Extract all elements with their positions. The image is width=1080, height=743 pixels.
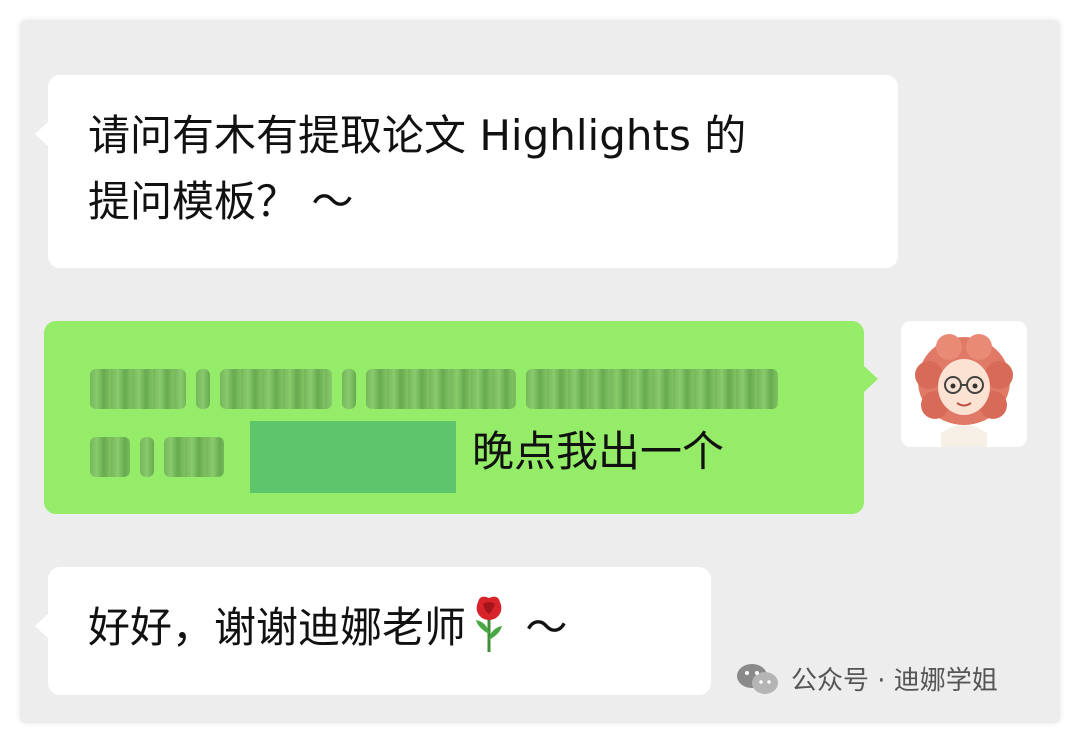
blurred-text-line <box>90 437 224 477</box>
outgoing-message-bubble[interactable]: 晚点我出一个 <box>44 321 878 514</box>
message-text-line: 提问模板？ ～ <box>88 177 354 226</box>
incoming-message-bubble[interactable]: 好好，谢谢迪娜老师 ～ <box>35 567 711 695</box>
wechat-icon <box>737 663 778 694</box>
bubble-tail <box>864 366 878 392</box>
bubble-tail <box>35 121 49 147</box>
incoming-message-bubble[interactable]: 请问有木有提取论文 Highlights 的 提问模板？ ～ <box>35 75 898 268</box>
message-text-line: 请问有木有提取论文 Highlights 的 <box>88 111 747 160</box>
message-text: 晚点我出一个 <box>472 427 725 476</box>
avatar-illustration <box>901 321 1027 447</box>
blurred-text-line <box>90 369 778 409</box>
avatar[interactable] <box>901 321 1027 447</box>
censor-block <box>250 421 456 493</box>
chat-panel: 请问有木有提取论文 Highlights 的 提问模板？ ～ 晚点我出一个 好好… <box>20 20 1060 723</box>
watermark: 公众号 · 迪娜学姐 <box>735 660 998 697</box>
watermark-text: 公众号 · 迪娜学姐 <box>791 666 998 696</box>
bubble-tail <box>35 613 49 639</box>
message-text: 好好，谢谢迪娜老师 <box>88 603 467 652</box>
message-suffix: ～ <box>512 603 568 652</box>
rose-icon <box>472 594 506 654</box>
